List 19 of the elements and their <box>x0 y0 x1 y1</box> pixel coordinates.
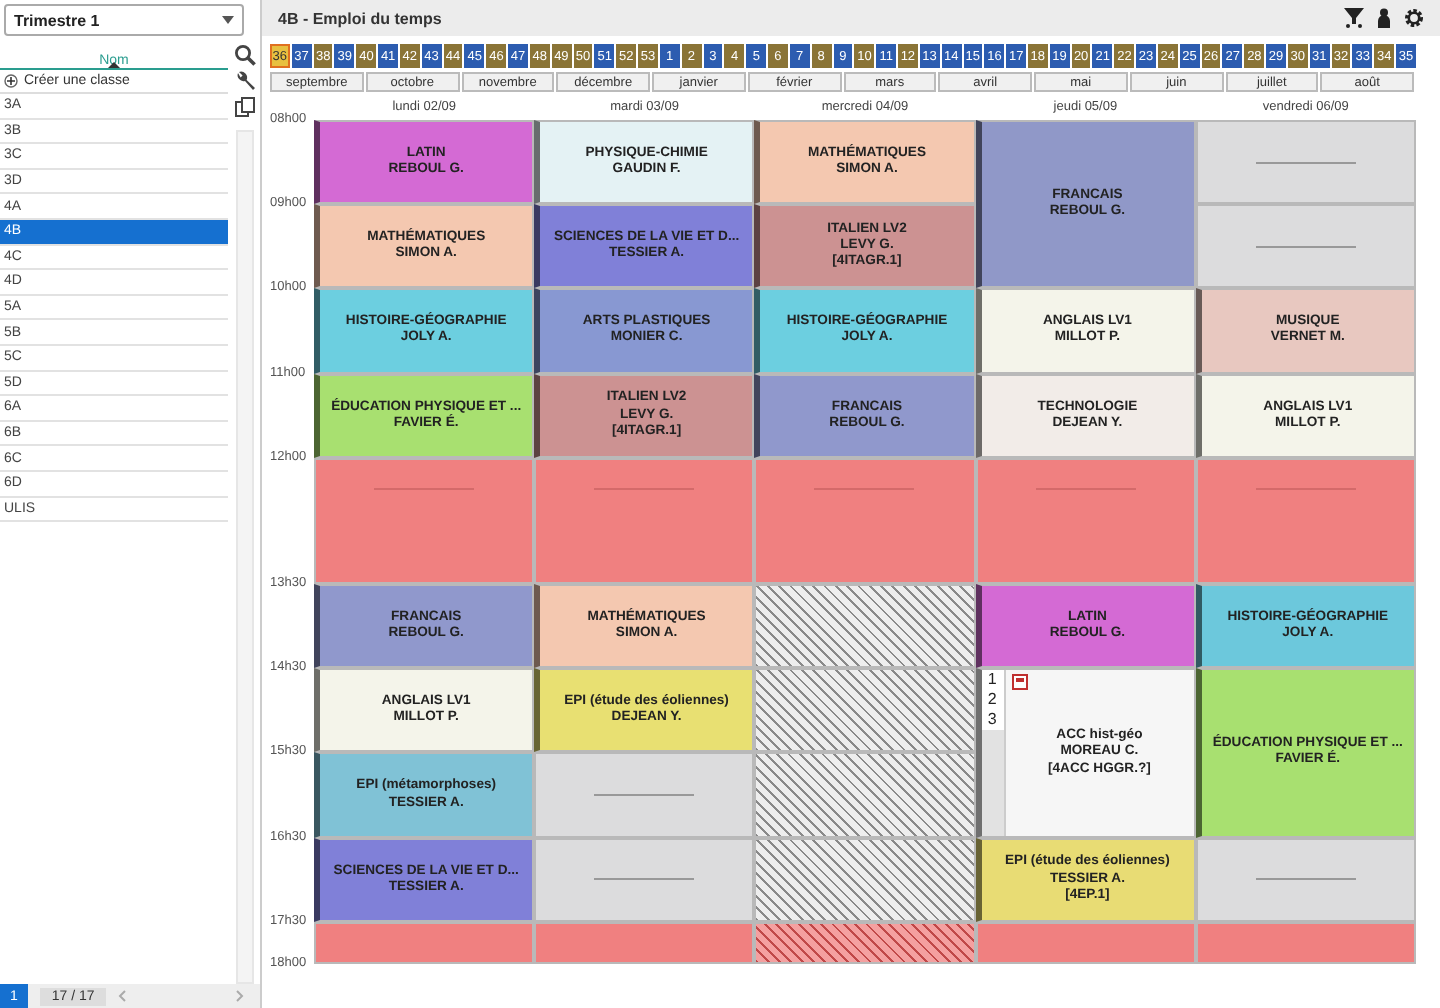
note-icon <box>1011 674 1028 691</box>
scrollbar[interactable] <box>235 130 253 984</box>
search-icon[interactable] <box>233 44 255 66</box>
person-icon[interactable] <box>1376 8 1392 28</box>
group-number: 3 <box>981 710 1004 731</box>
group-number: 1 <box>981 670 1004 691</box>
period-dropdown[interactable]: Trimestre 1 <box>4 4 244 36</box>
copy-icon[interactable] <box>233 96 255 118</box>
empty-slot[interactable] <box>1195 204 1416 289</box>
settings-icon[interactable] <box>1404 8 1424 28</box>
sort-arrow-icon <box>108 62 120 68</box>
next-icon[interactable] <box>236 990 244 1002</box>
group-number: 2 <box>981 690 1004 711</box>
caret-icon <box>222 16 234 24</box>
previous-icon[interactable] <box>118 990 127 1002</box>
funnel-icon[interactable] <box>1344 8 1364 28</box>
empty-slot[interactable] <box>1195 120 1416 205</box>
window-title: 4B - Emploi du temps <box>278 9 442 27</box>
wrench-icon[interactable] <box>233 70 255 92</box>
